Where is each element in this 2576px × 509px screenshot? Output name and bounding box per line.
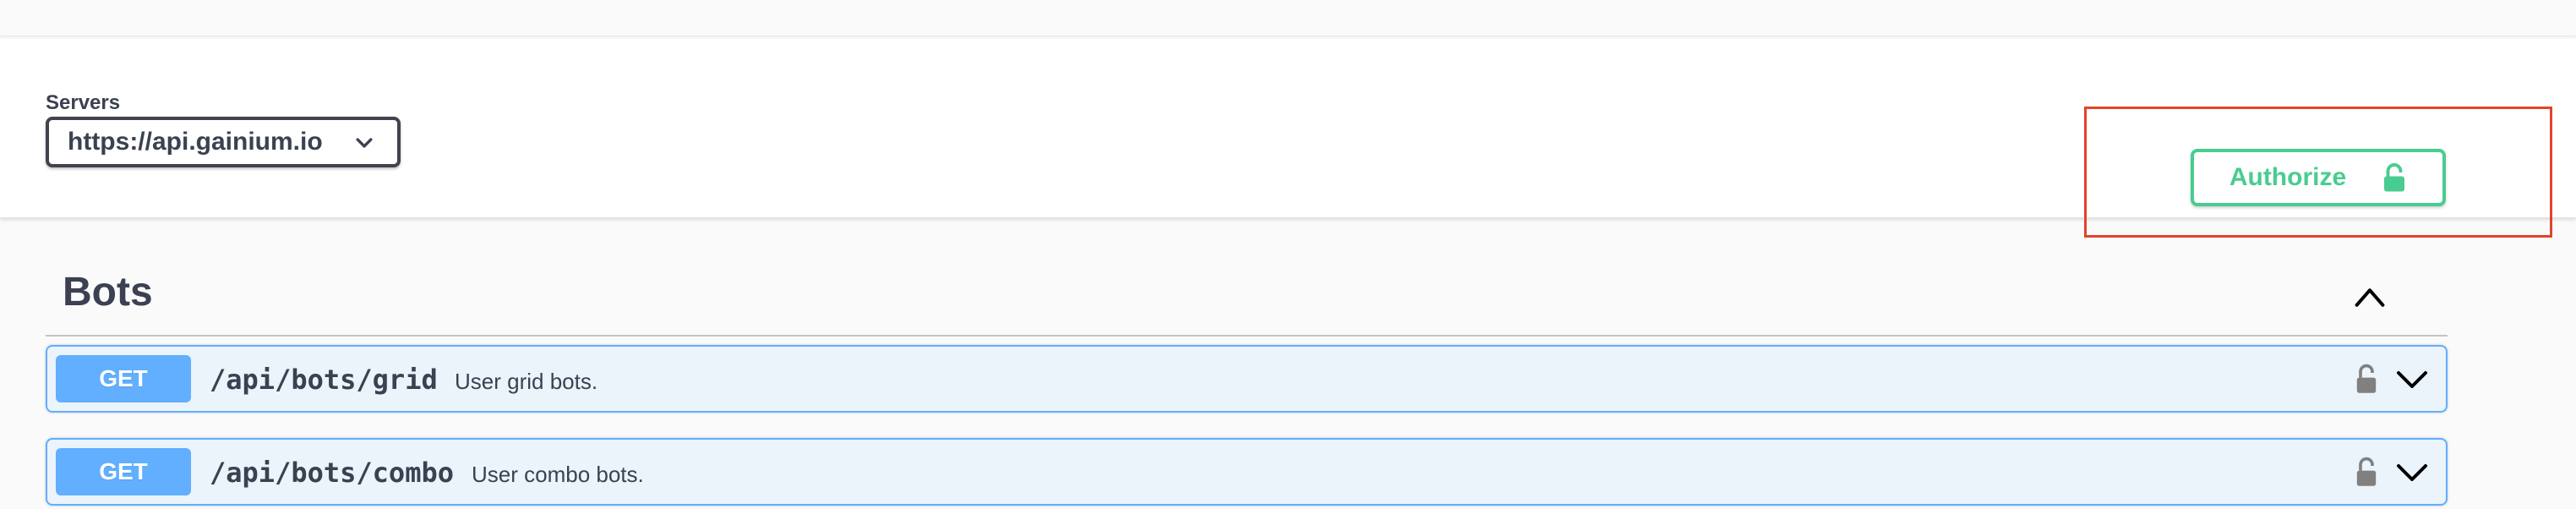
operation-path: /api/bots/grid (210, 364, 438, 396)
servers-select[interactable]: https://api.gainium.io (46, 117, 401, 167)
operation-path: /api/bots/combo (210, 457, 454, 489)
authorize-button[interactable]: Authorize (2191, 149, 2446, 206)
chevron-down-icon[interactable] (2395, 367, 2429, 392)
top-bar (0, 0, 2576, 37)
authorize-label: Authorize (2229, 163, 2347, 191)
lock-icon[interactable] (2355, 362, 2378, 396)
tag-title: Bots (63, 270, 153, 315)
operation-get-bots-combo[interactable]: GET /api/bots/combo User combo bots. (46, 438, 2448, 506)
tag-section-bots[interactable]: Bots (46, 254, 2448, 337)
chevron-down-icon[interactable] (2395, 460, 2429, 485)
scheme-container: Servers https://api.gainium.io Authorize (0, 39, 2576, 238)
servers-label: Servers (46, 91, 121, 114)
servers-selected-value: https://api.gainium.io (68, 128, 323, 156)
chevron-up-icon[interactable] (2351, 279, 2388, 316)
operation-summary: User combo bots. (472, 462, 644, 487)
method-badge: GET (56, 448, 191, 495)
lock-icon[interactable] (2355, 455, 2378, 489)
chevron-down-icon (356, 138, 373, 148)
lock-open-icon (2384, 163, 2405, 192)
operation-summary: User grid bots. (455, 369, 598, 394)
method-badge: GET (56, 355, 191, 402)
operation-get-bots-grid[interactable]: GET /api/bots/grid User grid bots. (46, 345, 2448, 413)
